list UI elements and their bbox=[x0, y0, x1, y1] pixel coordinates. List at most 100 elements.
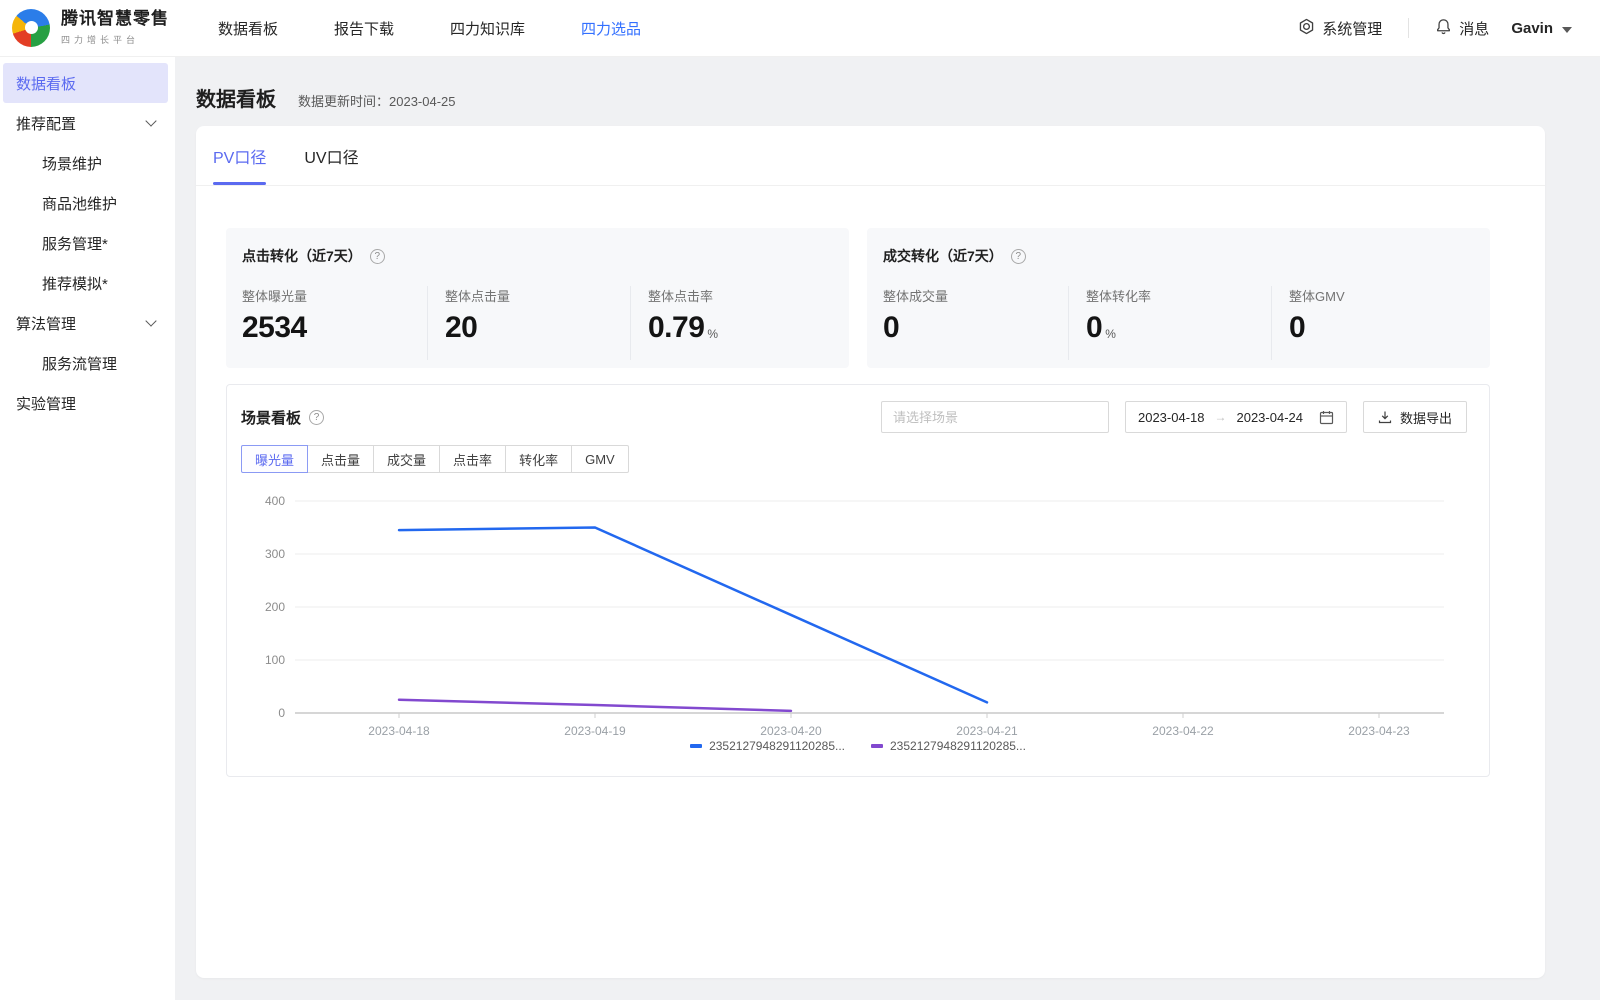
sidebar-item-data-dashboard[interactable]: 数据看板 bbox=[3, 63, 168, 103]
deal-conversion-panel: 成交转化（近7天） 整体成交量 0 整体转化率 0 % bbox=[867, 228, 1490, 368]
metric-label: 整体曝光量 bbox=[242, 286, 427, 305]
help-icon[interactable] bbox=[370, 249, 385, 264]
filter-clicks[interactable]: 点击量 bbox=[307, 445, 374, 473]
nav-item-reports[interactable]: 报告下载 bbox=[334, 18, 394, 39]
svg-text:300: 300 bbox=[265, 547, 285, 561]
system-settings-button[interactable]: 系统管理 bbox=[1298, 18, 1382, 39]
filter-deals[interactable]: 成交量 bbox=[373, 445, 440, 473]
help-icon[interactable] bbox=[1011, 249, 1026, 264]
metric-value: 2534 bbox=[242, 313, 307, 343]
metric-label: 整体GMV bbox=[1289, 286, 1474, 305]
legend-swatch bbox=[690, 744, 702, 748]
metric-deals: 整体成交量 0 bbox=[883, 286, 1068, 360]
legend-item-purple[interactable]: 2352127948291120285... bbox=[871, 739, 1026, 753]
scene-board-panel: 场景看板 2023-04-18 2023-04-24 bbox=[226, 384, 1490, 777]
filter-ctr[interactable]: 点击率 bbox=[439, 445, 506, 473]
download-icon bbox=[1378, 410, 1392, 424]
page-header: 数据看板 数据更新时间：2023-04-25 bbox=[175, 57, 1600, 112]
sidebar-item-service-flow[interactable]: 服务流管理 bbox=[0, 343, 175, 383]
gear-icon bbox=[1298, 18, 1315, 39]
chevron-down-icon bbox=[145, 315, 156, 326]
metric-filter-group: 曝光量 点击量 成交量 点击率 转化率 GMV bbox=[241, 445, 1489, 473]
topbar-divider bbox=[1408, 18, 1409, 38]
brand-logo: 腾讯智慧零售 四力增长平台 bbox=[0, 9, 192, 47]
sidebar-item-label: 服务流管理 bbox=[42, 353, 117, 374]
filter-cvr[interactable]: 转化率 bbox=[505, 445, 572, 473]
svg-text:2023-04-19: 2023-04-19 bbox=[564, 724, 626, 737]
arrow-right-icon bbox=[1214, 410, 1226, 424]
dashboard-card: PV口径 UV口径 点击转化（近7天） 整体曝光量 2534 bbox=[196, 126, 1545, 978]
sidebar-item-scene-maintain[interactable]: 场景维护 bbox=[0, 143, 175, 183]
export-data-button[interactable]: 数据导出 bbox=[1363, 401, 1467, 433]
sidebar-item-label: 数据看板 bbox=[16, 73, 76, 94]
svg-text:0: 0 bbox=[278, 706, 285, 720]
brand-subtitle: 四力增长平台 bbox=[61, 33, 169, 46]
metric-value: 20 bbox=[445, 313, 477, 343]
brand-swirl-icon bbox=[12, 9, 50, 47]
svg-text:200: 200 bbox=[265, 600, 285, 614]
date-end[interactable]: 2023-04-24 bbox=[1236, 410, 1303, 425]
tab-uv[interactable]: UV口径 bbox=[304, 126, 358, 185]
sidebar-item-service-manage[interactable]: 服务管理* bbox=[0, 223, 175, 263]
user-name: Gavin bbox=[1511, 20, 1553, 37]
nav-item-dashboard[interactable]: 数据看板 bbox=[218, 18, 278, 39]
brand-title: 腾讯智慧零售 bbox=[61, 10, 169, 29]
calendar-icon[interactable] bbox=[1319, 410, 1334, 425]
svg-text:2023-04-21: 2023-04-21 bbox=[956, 724, 1018, 737]
metric-value: 0.79 bbox=[648, 313, 704, 343]
scene-select[interactable] bbox=[881, 401, 1109, 433]
metric-label: 整体点击量 bbox=[445, 286, 630, 305]
help-icon[interactable] bbox=[309, 410, 324, 425]
svg-text:400: 400 bbox=[265, 494, 285, 508]
svg-text:2023-04-18: 2023-04-18 bbox=[368, 724, 430, 737]
metric-exposure: 整体曝光量 2534 bbox=[242, 286, 427, 360]
panel-title: 点击转化（近7天） bbox=[242, 246, 362, 266]
sidebar-item-label: 算法管理 bbox=[16, 313, 76, 334]
nav-item-knowledge[interactable]: 四力知识库 bbox=[450, 18, 525, 39]
sidebar-item-label: 实验管理 bbox=[16, 393, 76, 414]
sidebar-item-product-pool[interactable]: 商品池维护 bbox=[0, 183, 175, 223]
legend-item-blue[interactable]: 2352127948291120285... bbox=[690, 739, 845, 753]
sidebar-group-algorithm-manage[interactable]: 算法管理 bbox=[0, 303, 175, 343]
sidebar-item-recommend-simulate[interactable]: 推荐模拟* bbox=[0, 263, 175, 303]
date-range-picker[interactable]: 2023-04-18 2023-04-24 bbox=[1125, 401, 1347, 433]
date-start[interactable]: 2023-04-18 bbox=[1138, 410, 1205, 425]
click-conversion-panel: 点击转化（近7天） 整体曝光量 2534 整体点击量 20 bbox=[226, 228, 849, 368]
messages-label: 消息 bbox=[1459, 18, 1489, 39]
data-updated-label: 数据更新时间：2023-04-25 bbox=[298, 91, 456, 110]
sidebar-item-label: 场景维护 bbox=[42, 153, 102, 174]
scene-select-input[interactable] bbox=[893, 410, 1097, 425]
filter-gmv[interactable]: GMV bbox=[571, 445, 629, 473]
legend-label: 2352127948291120285... bbox=[890, 739, 1026, 753]
metric-unit: % bbox=[1105, 327, 1116, 343]
svg-text:2023-04-22: 2023-04-22 bbox=[1152, 724, 1214, 737]
metric-label: 整体转化率 bbox=[1086, 286, 1271, 305]
line-chart[interactable]: 40030020010002023-04-182023-04-192023-04… bbox=[227, 489, 1489, 737]
nav-item-selection[interactable]: 四力选品 bbox=[581, 18, 641, 39]
system-settings-label: 系统管理 bbox=[1322, 18, 1382, 39]
metric-value: 0 bbox=[1289, 313, 1305, 343]
metric-cvr: 整体转化率 0 % bbox=[1068, 286, 1271, 360]
chart-legend: 2352127948291120285... 23521279482911202… bbox=[227, 739, 1489, 753]
page-title: 数据看板 bbox=[196, 83, 276, 112]
messages-button[interactable]: 消息 bbox=[1435, 18, 1489, 39]
user-menu[interactable]: Gavin bbox=[1511, 20, 1572, 37]
bell-icon bbox=[1435, 18, 1452, 39]
topbar: 腾讯智慧零售 四力增长平台 数据看板 报告下载 四力知识库 四力选品 系统管理 … bbox=[0, 0, 1600, 57]
sidebar-group-recommend-config[interactable]: 推荐配置 bbox=[0, 103, 175, 143]
filter-exposure[interactable]: 曝光量 bbox=[241, 445, 308, 473]
svg-text:2023-04-20: 2023-04-20 bbox=[760, 724, 822, 737]
caliber-tabs: PV口径 UV口径 bbox=[196, 126, 1545, 186]
metric-ctr: 整体点击率 0.79 % bbox=[630, 286, 833, 360]
panel-title: 成交转化（近7天） bbox=[883, 246, 1003, 266]
sidebar-item-experiment-manage[interactable]: 实验管理 bbox=[0, 383, 175, 423]
metric-label: 整体点击率 bbox=[648, 286, 833, 305]
metric-unit: % bbox=[707, 327, 718, 343]
metric-label: 整体成交量 bbox=[883, 286, 1068, 305]
tab-pv[interactable]: PV口径 bbox=[213, 126, 266, 185]
sidebar-item-label: 服务管理* bbox=[42, 233, 108, 254]
metric-value: 0 bbox=[883, 313, 899, 343]
stats-row: 点击转化（近7天） 整体曝光量 2534 整体点击量 20 bbox=[196, 186, 1545, 368]
metric-value: 0 bbox=[1086, 313, 1102, 343]
line-chart-canvas[interactable]: 40030020010002023-04-182023-04-192023-04… bbox=[227, 489, 1489, 737]
